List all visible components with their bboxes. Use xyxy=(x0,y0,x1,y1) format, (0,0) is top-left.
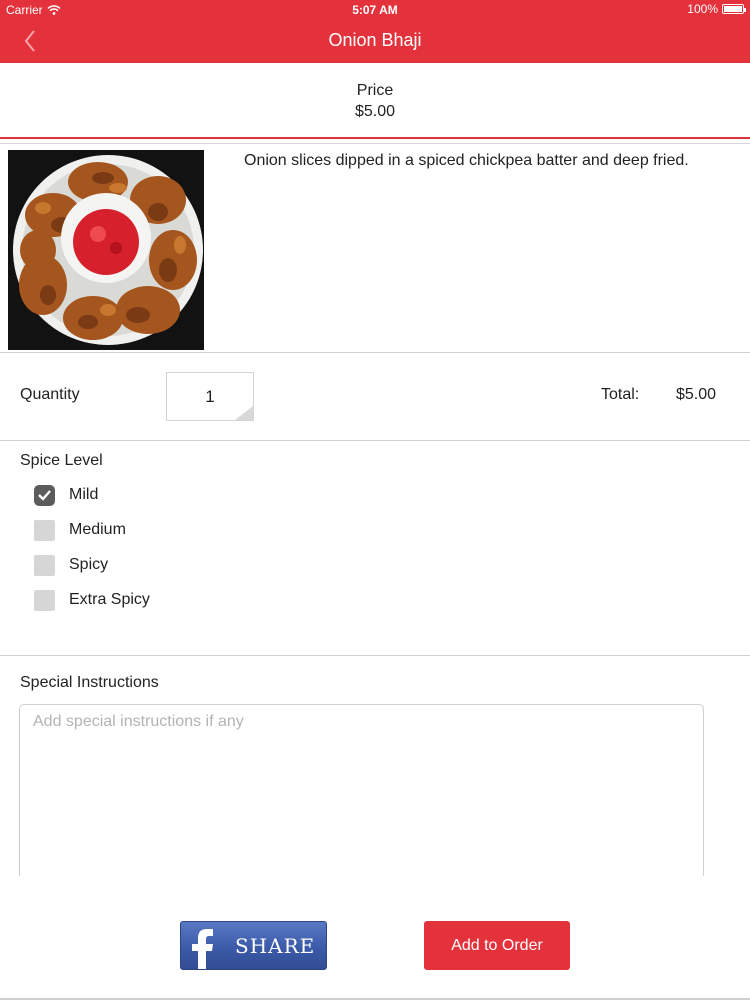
special-instructions-input[interactable] xyxy=(20,705,703,876)
page-title: Onion Bhaji xyxy=(328,30,422,50)
quantity-input[interactable]: 1 xyxy=(166,372,254,421)
spice-option-label: Mild xyxy=(69,486,99,503)
spice-option-mild[interactable]: Mild xyxy=(34,484,98,506)
facebook-share-button[interactable]: SHARE xyxy=(180,921,327,970)
battery-percent: 100% xyxy=(687,2,718,16)
dropdown-corner-icon xyxy=(235,406,253,420)
special-instructions-title: Special Instructions xyxy=(20,674,159,691)
spice-option-medium[interactable]: Medium xyxy=(34,519,126,541)
spice-option-label: Medium xyxy=(69,521,126,538)
special-instructions-field xyxy=(19,704,704,876)
battery-indicator: 100% xyxy=(687,2,746,16)
quantity-label: Quantity xyxy=(20,386,80,403)
spice-option-extra-spicy[interactable]: Extra Spicy xyxy=(34,589,150,611)
status-time: 5:07 AM xyxy=(352,3,398,17)
checkbox-unchecked[interactable] xyxy=(34,519,55,541)
spice-option-label: Spicy xyxy=(69,556,109,573)
item-description: Onion slices dipped in a spiced chickpea… xyxy=(244,152,689,169)
add-to-order-button[interactable]: Add to Order xyxy=(424,921,570,970)
price-value: $5.00 xyxy=(354,103,396,120)
price-label: Price xyxy=(356,82,394,99)
divider xyxy=(0,440,750,441)
checkbox-checked[interactable] xyxy=(34,484,55,506)
checkbox-unchecked[interactable] xyxy=(34,554,55,576)
divider xyxy=(0,143,750,144)
total-label: Total: xyxy=(601,386,640,403)
nav-bar: Carrier 5:07 AM 100% Onion Bhaji xyxy=(0,0,750,63)
dish-image xyxy=(8,150,204,350)
facebook-icon xyxy=(181,922,223,969)
spice-option-label: Extra Spicy xyxy=(69,591,150,608)
spice-option-spicy[interactable]: Spicy xyxy=(34,554,108,576)
total-value: $5.00 xyxy=(676,386,717,403)
status-bar: Carrier 5:07 AM 100% xyxy=(0,0,750,20)
price-section: Price $5.00 xyxy=(0,63,750,139)
checkbox-unchecked[interactable] xyxy=(34,589,55,611)
checkmark-icon xyxy=(38,490,51,501)
quantity-value: 1 xyxy=(205,387,215,406)
divider xyxy=(0,352,750,353)
spice-level-title: Spice Level xyxy=(20,452,103,469)
divider xyxy=(0,655,750,656)
share-label: SHARE xyxy=(235,933,316,958)
battery-icon xyxy=(722,4,746,14)
